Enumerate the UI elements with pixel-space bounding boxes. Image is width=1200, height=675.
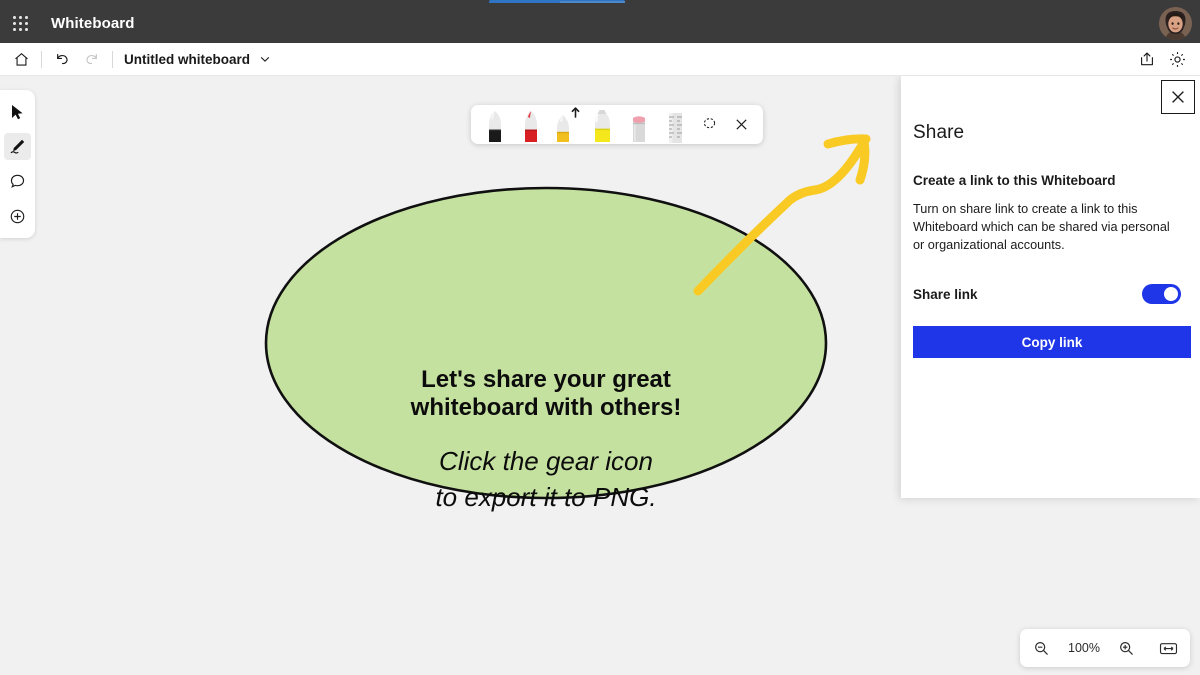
browser-chrome-sliver — [0, 0, 1200, 4]
zoom-out-icon[interactable] — [1026, 633, 1056, 663]
green-ellipse-shape — [264, 186, 828, 500]
close-icon[interactable] — [1161, 80, 1195, 114]
lasso-select-icon[interactable] — [693, 105, 725, 144]
pen-icon — [4, 133, 31, 160]
close-icon[interactable] — [725, 105, 757, 144]
ellipse-text-italic-line2: to export it to PNG. — [435, 482, 657, 513]
sidebar-item-comment[interactable] — [0, 164, 35, 199]
browser-tab-highlight — [560, 1, 625, 3]
share-icon[interactable] — [1132, 46, 1162, 72]
ruler[interactable] — [657, 105, 693, 144]
share-link-label: Share link — [913, 286, 978, 302]
command-bar: Untitled whiteboard — [0, 43, 1200, 76]
toolbar-divider-2 — [112, 50, 113, 68]
app-launcher-icon[interactable] — [13, 15, 29, 32]
copy-link-button[interactable]: Copy link — [913, 326, 1191, 359]
toggle-knob — [1164, 287, 1178, 302]
redo-icon[interactable] — [77, 46, 107, 72]
home-icon[interactable] — [6, 46, 36, 72]
share-link-row: Share link — [913, 284, 1188, 305]
ellipse-text-italic-line1: Click the gear icon — [439, 446, 653, 477]
zoom-bar: 100% — [1020, 629, 1190, 667]
tool-rail — [0, 90, 35, 238]
ellipse-text-bold-line2: whiteboard with others! — [410, 394, 682, 422]
avatar[interactable] — [1159, 7, 1192, 40]
undo-icon[interactable] — [47, 46, 77, 72]
red-pen[interactable] — [513, 105, 549, 144]
share-panel-body: Share Create a link to this Whiteboard T… — [901, 76, 1200, 359]
share-panel-heading: Share — [913, 122, 965, 143]
comment-bubble-icon — [4, 168, 31, 195]
sidebar-item-pen[interactable] — [0, 129, 35, 164]
yellow-pen-selected[interactable] — [549, 105, 585, 144]
document-title[interactable]: Untitled whiteboard — [124, 52, 250, 67]
pen-toolbar — [471, 105, 763, 144]
command-bar-right — [1132, 46, 1200, 72]
hand-drawn-arrow — [693, 134, 871, 296]
app-title: Whiteboard — [51, 15, 135, 32]
share-link-toggle[interactable] — [1142, 284, 1181, 305]
share-panel: Share Create a link to this Whiteboard T… — [901, 76, 1200, 498]
toolbar-divider — [41, 50, 42, 68]
eraser[interactable] — [621, 105, 657, 144]
chevron-down-icon[interactable] — [259, 53, 271, 65]
zoom-level[interactable]: 100% — [1068, 641, 1100, 655]
sidebar-item-insert[interactable] — [0, 199, 35, 234]
share-panel-subheading: Create a link to this Whiteboard — [913, 173, 1116, 188]
ellipse-text-bold-line1: Let's share your great — [421, 366, 671, 393]
ellipse-text-block: Let's share your great whiteboard with o… — [266, 366, 826, 515]
app-header: Whiteboard — [0, 4, 1200, 43]
share-panel-description: Turn on share link to create a link to t… — [913, 202, 1170, 253]
plus-circle-icon — [4, 203, 31, 230]
cursor-arrow-icon — [4, 98, 31, 125]
yellow-highlighter[interactable] — [585, 105, 621, 144]
gear-icon[interactable] — [1162, 46, 1192, 72]
sidebar-item-select[interactable] — [0, 94, 35, 129]
zoom-in-icon[interactable] — [1112, 633, 1142, 663]
fit-to-screen-icon[interactable] — [1154, 633, 1184, 663]
whiteboard-app: Whiteboard Untitled whiteboard Let's sha… — [0, 0, 1200, 675]
black-pen[interactable] — [477, 105, 513, 144]
